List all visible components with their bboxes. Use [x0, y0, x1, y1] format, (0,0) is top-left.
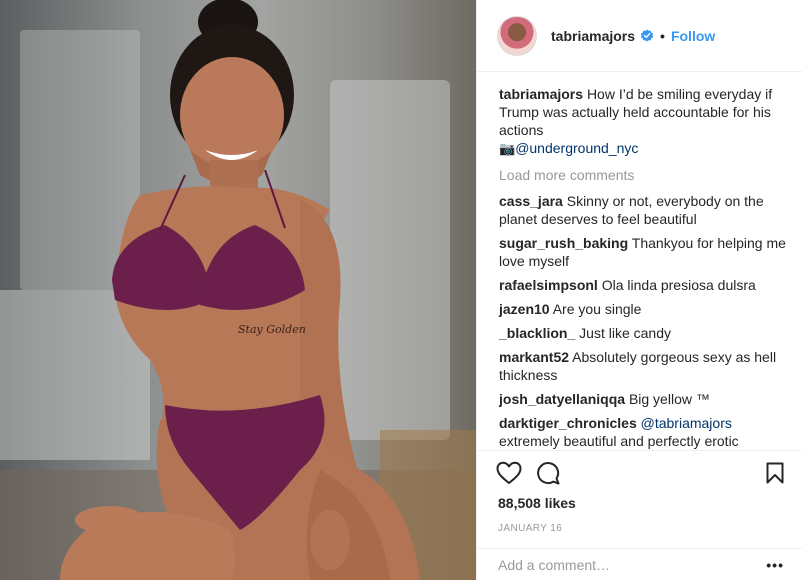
comment-text: Big yellow ™	[628, 391, 710, 407]
add-comment-input[interactable]	[498, 556, 767, 573]
post-actions: 88,508 likes JANUARY 16	[476, 450, 802, 534]
comment-username[interactable]: cass_jara	[499, 193, 563, 209]
list-item: sugar_rush_baking Thankyou for helping m…	[499, 234, 795, 270]
caption-username[interactable]: tabriamajors	[499, 86, 583, 102]
camera-emoji: 📷	[499, 141, 516, 156]
more-options-icon[interactable]: •••	[766, 557, 784, 573]
list-item: cass_jara Skinny or not, everybody on th…	[499, 192, 795, 228]
list-item: rafaelsimpsonl Ola linda presiosa dulsra	[499, 276, 795, 294]
list-item: markant52 Absolutely gorgeous sexy as he…	[499, 348, 795, 384]
caption: tabriamajors How I’d be smiling everyday…	[499, 85, 795, 158]
comment-text: Just like candy	[579, 325, 671, 341]
post-photo[interactable]: Stay Golden	[0, 0, 476, 580]
comment-mention[interactable]: @tabriamajors	[641, 415, 732, 431]
likes-count[interactable]: 88,508 likes	[476, 495, 802, 511]
comment-text: extremely beautiful and perfectly erotic	[499, 433, 739, 449]
verified-badge-icon	[640, 28, 654, 42]
comment-text: Are you single	[552, 301, 642, 317]
post-date[interactable]: JANUARY 16	[476, 523, 802, 534]
add-comment-bar: •••	[476, 548, 802, 580]
avatar[interactable]	[497, 15, 537, 56]
comments-list: tabriamajors How I’d be smiling everyday…	[499, 85, 795, 456]
comment-username[interactable]: markant52	[499, 349, 569, 365]
comment-text: Ola linda presiosa dulsra	[601, 277, 756, 293]
comment-username[interactable]: darktiger_chronicles	[499, 415, 637, 431]
comment-username[interactable]: _blacklion_	[499, 325, 575, 341]
action-bar	[476, 451, 802, 495]
heart-icon[interactable]	[496, 461, 522, 485]
list-item: josh_datyellaniqqa Big yellow ™	[499, 390, 795, 408]
list-item: _blacklion_ Just like candy	[499, 324, 795, 342]
follow-button[interactable]: Follow	[671, 28, 715, 44]
post-header: tabriamajors • Follow	[477, 0, 802, 72]
photo-subject: Stay Golden	[60, 0, 420, 580]
load-more-comments-button[interactable]: Load more comments	[499, 166, 795, 184]
header-separator: •	[660, 27, 665, 44]
list-item: darktiger_chronicles @tabriamajors extre…	[499, 414, 795, 450]
comment-username[interactable]: jazen10	[499, 301, 550, 317]
caption-mention[interactable]: @underground_nyc	[515, 140, 638, 156]
photo-tattoo: Stay Golden	[238, 323, 306, 336]
header-username[interactable]: tabriamajors	[551, 28, 635, 44]
comment-icon[interactable]	[536, 461, 560, 485]
comment-username[interactable]: rafaelsimpsonl	[499, 277, 598, 293]
list-item: jazen10 Are you single	[499, 300, 795, 318]
comment-username[interactable]: josh_datyellaniqqa	[499, 391, 625, 407]
bookmark-icon[interactable]	[766, 462, 784, 484]
comment-username[interactable]: sugar_rush_baking	[499, 235, 628, 251]
